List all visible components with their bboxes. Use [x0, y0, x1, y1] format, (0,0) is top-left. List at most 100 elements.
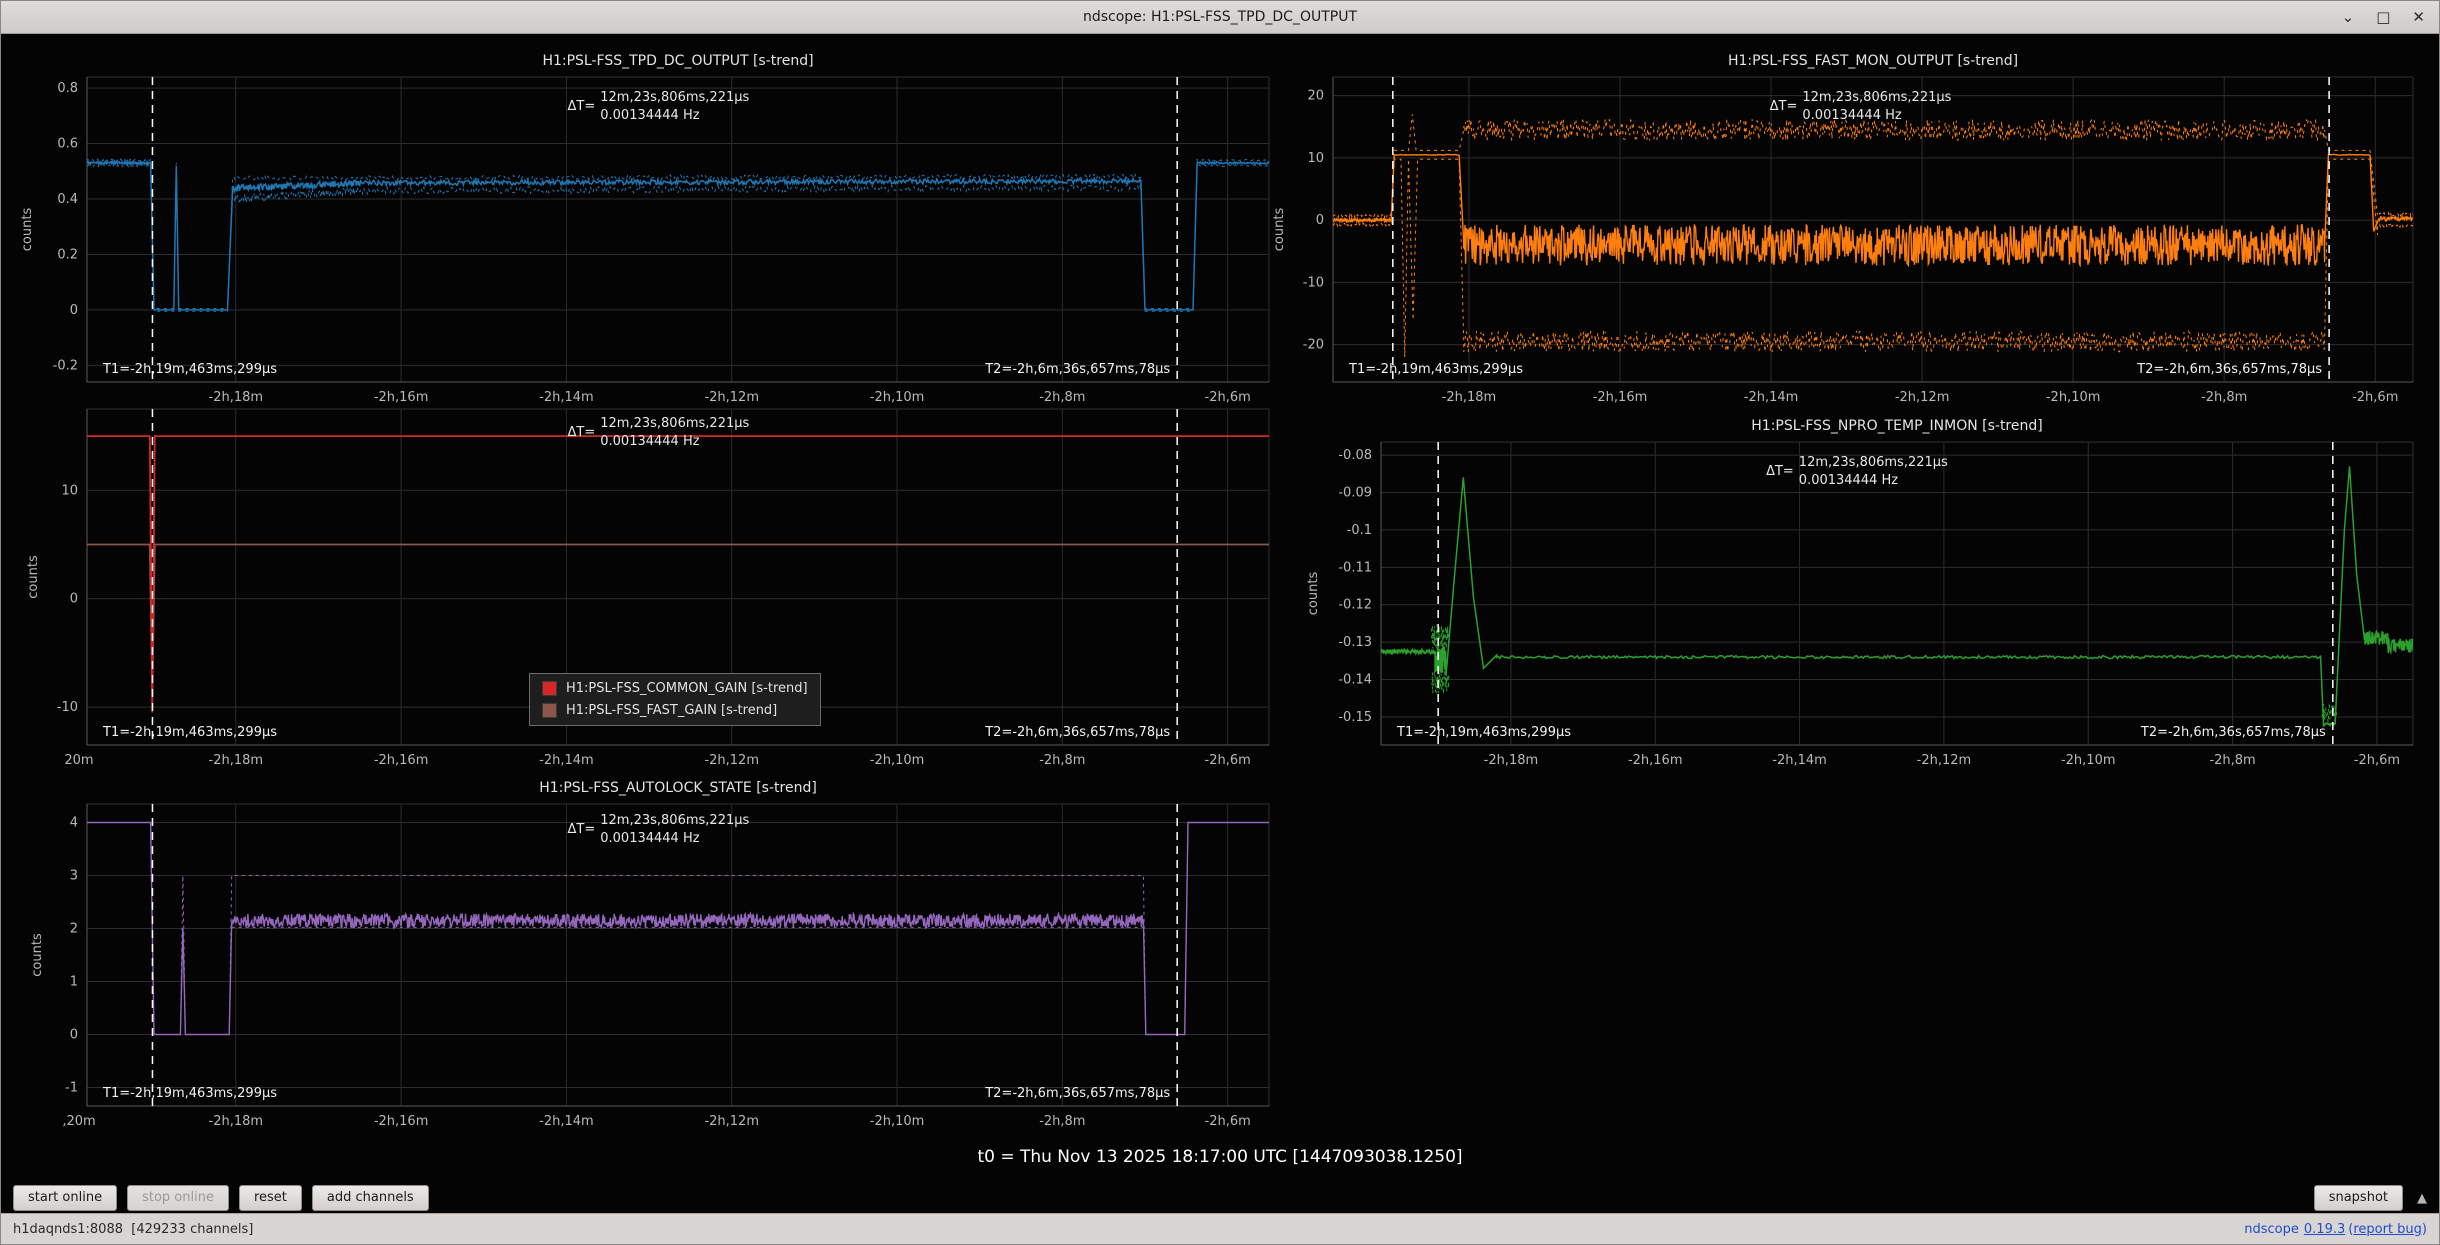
x-tick-label: -2h,6m — [1205, 753, 1251, 768]
y-tick-label: 0 — [70, 592, 78, 607]
trace-max — [1333, 114, 2413, 217]
y-tick-label: -20 — [1303, 338, 1324, 353]
x-tick-label: -2h,18m — [209, 753, 264, 768]
x-tick-label: -2h,6m — [1205, 390, 1251, 405]
t1-cursor-label: T1=-2h,19m,463ms,299µs — [1348, 362, 1523, 377]
x-tick-label-clipped: ,20m — [62, 1114, 95, 1129]
x-tick-label: -2h,16m — [374, 390, 429, 405]
trace-min2 — [2322, 704, 2336, 723]
plot-title: H1:PSL-FSS_AUTOLOCK_STATE [s-trend] — [539, 780, 817, 796]
trace-common-gain — [87, 436, 1269, 712]
trace-mean — [87, 162, 1269, 310]
x-tick-label: -2h,6m — [2352, 390, 2398, 405]
delta-t-frequency: 0.00134444 Hz — [1802, 108, 1901, 123]
x-tick-label: -2h,16m — [1628, 753, 1683, 768]
status-bar: h1daqnds1:8088 [429233 channels] ndscope… — [1, 1213, 2439, 1244]
y-tick-label: 3 — [70, 869, 78, 884]
delta-t-value: 12m,23s,806ms,221µs — [600, 90, 749, 105]
y-tick-label: -0.08 — [1338, 448, 1372, 463]
y-tick-label: 0 — [1316, 213, 1324, 228]
y-tick-label: 10 — [1307, 151, 1324, 166]
ndscope-link[interactable]: ndscope — [2244, 1222, 2299, 1237]
x-tick-label: -2h,12m — [704, 1114, 759, 1129]
delta-t-label: ΔT= — [1766, 464, 1794, 479]
delta-t-frequency: 0.00134444 Hz — [600, 831, 699, 846]
x-tick-label: -2h,12m — [704, 753, 759, 768]
x-tick-label: -2h,10m — [870, 753, 925, 768]
start-online-button[interactable]: start online — [13, 1185, 117, 1211]
y-axis-label: counts — [1272, 208, 1287, 252]
plot-title: H1:PSL-FSS_TPD_DC_OUTPUT [s-trend] — [542, 53, 813, 69]
t2-cursor-label: T2=-2h,6m,36s,657ms,78µs — [984, 725, 1170, 740]
delta-t-label: ΔT= — [568, 99, 596, 114]
y-tick-label: -0.2 — [53, 358, 78, 373]
y-axis-label: counts — [26, 555, 41, 599]
trace-mean — [1381, 466, 2413, 725]
x-tick-label-clipped: 20m — [64, 753, 93, 768]
x-tick-label: -2h,14m — [1772, 753, 1827, 768]
legend-item-fast-gain: H1:PSL-FSS_FAST_GAIN [s-trend] — [542, 703, 808, 718]
x-tick-label: -2h,14m — [539, 1114, 594, 1129]
y-tick-label: 20 — [1307, 89, 1324, 104]
x-tick-label: -2h,14m — [1744, 390, 1799, 405]
y-axis-label: counts — [20, 208, 35, 252]
legend-item-common-gain: H1:PSL-FSS_COMMON_GAIN [s-trend] — [542, 681, 808, 696]
plot-autolock-state: -2h,18m -2h,16m -2h,14m -2h,12m -2h,10m -2h,8… — [30, 780, 1269, 1129]
y-tick-label: -0.1 — [1347, 523, 1372, 538]
plot-tpd-dc-output: -2h,18m-2h,16m-2h,14m-2h,12m-2h,10m-2h,8… — [20, 53, 1269, 405]
x-tick-label: -2h,8m — [1039, 1114, 1085, 1129]
x-tick-label: -2h,14m — [539, 390, 594, 405]
reset-button[interactable]: reset — [239, 1185, 302, 1211]
version-link[interactable]: 0.19.3 — [2304, 1222, 2345, 1237]
t1-cursor-label: T1=-2h,19m,463ms,299µs — [102, 362, 277, 377]
x-tick-label: -2h,6m — [2354, 753, 2400, 768]
legend[interactable]: H1:PSL-FSS_COMMON_GAIN [s-trend] H1:PSL-… — [529, 673, 821, 726]
x-tick-label: -2h,18m — [209, 390, 264, 405]
t2-cursor-label: T2=-2h,6m,36s,657ms,78µs — [2136, 362, 2322, 377]
y-tick-label: 4 — [70, 816, 78, 831]
legend-label-fast-gain: H1:PSL-FSS_FAST_GAIN [s-trend] — [566, 703, 777, 718]
x-tick-label: -2h,12m — [1917, 753, 1972, 768]
report-bug-link[interactable]: report bug — [2353, 1222, 2422, 1237]
y-tick-label: -0.14 — [1338, 673, 1372, 688]
legend-swatch-fast-gain — [542, 703, 557, 718]
legend-swatch-common-gain — [542, 681, 557, 696]
x-tick-label: -2h,6m — [1205, 1114, 1251, 1129]
t1-cursor-label: T1=-2h,19m,463ms,299µs — [102, 725, 277, 740]
y-tick-label: 0.6 — [57, 137, 78, 152]
y-tick-label: -10 — [1303, 275, 1324, 290]
y-tick-label: 10 — [61, 483, 78, 498]
x-tick-label: -2h,16m — [374, 753, 429, 768]
x-tick-label: -2h,18m — [1442, 390, 1497, 405]
x-tick-label: -2h,16m — [374, 1114, 429, 1129]
stop-online-button[interactable]: stop online — [127, 1185, 229, 1211]
delta-t-frequency: 0.00134444 Hz — [600, 108, 699, 123]
x-tick-label: -2h,8m — [2209, 753, 2255, 768]
snapshot-button[interactable]: snapshot — [2314, 1185, 2403, 1211]
y-tick-label: 0.2 — [57, 247, 78, 262]
delta-t-label: ΔT= — [1770, 99, 1798, 114]
y-tick-label: -0.13 — [1338, 635, 1372, 650]
y-tick-label: 0.8 — [57, 81, 78, 96]
x-tick-label: -2h,14m — [539, 753, 594, 768]
delta-t-value: 12m,23s,806ms,221µs — [600, 813, 749, 828]
x-tick-label: -2h,18m — [209, 1114, 264, 1129]
y-tick-label: -0.11 — [1338, 560, 1372, 575]
scroll-up-arrow-icon[interactable]: ▲ — [2417, 1191, 2427, 1206]
x-tick-label: -2h,10m — [870, 1114, 925, 1129]
y-tick-label: 2 — [70, 922, 78, 937]
add-channels-button[interactable]: add channels — [312, 1185, 429, 1211]
t1-cursor-label: T1=-2h,19m,463ms,299µs — [102, 1086, 277, 1101]
y-tick-label: 1 — [70, 974, 78, 989]
y-axis-label: counts — [30, 933, 45, 977]
t2-cursor-label: T2=-2h,6m,36s,657ms,78µs — [984, 1086, 1170, 1101]
plot-title: H1:PSL-FSS_NPRO_TEMP_INMON [s-trend] — [1751, 418, 2042, 434]
plots-canvas[interactable]: -2h,18m -2h,16m -2h,14m -2h,12m -2h,10m -2h,8… — [1, 1, 2440, 1245]
y-axis-label: counts — [1306, 572, 1321, 616]
x-tick-label: -2h,8m — [2201, 390, 2247, 405]
t2-cursor-label: T2=-2h,6m,36s,657ms,78µs — [984, 362, 1170, 377]
plot-frame — [87, 804, 1269, 1106]
y-tick-label: -0.09 — [1338, 486, 1372, 501]
x-tick-label: -2h,12m — [1895, 390, 1950, 405]
delta-t-value: 12m,23s,806ms,221µs — [1799, 455, 1948, 470]
